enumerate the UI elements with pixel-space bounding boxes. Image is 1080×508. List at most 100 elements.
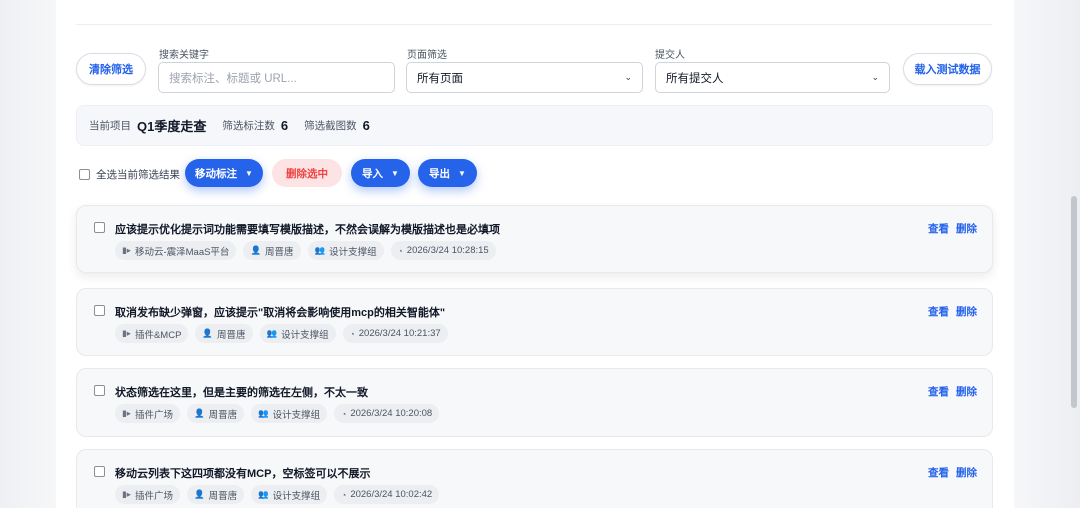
time-chip-label: 2026/3/24 10:02:42 (350, 489, 433, 500)
group-chip-label: 设计支撑组 (281, 329, 329, 341)
group-chip: 👥 设计支撑组 (251, 485, 328, 504)
project-summary-bar: 当前项目 Q1季度走查 筛选标注数 6 筛选截图数 6 (76, 105, 993, 146)
page-chip-label: 插件广场 (134, 490, 173, 502)
annotation-title: 取消发布缺少弹窗，应该提示"取消将会影响使用mcp的相关智能体" (115, 307, 446, 319)
time-chip-label: 2026/3/24 10:28:15 (406, 245, 489, 256)
select-all-filtered[interactable]: 全选当前筛选结果 (79, 167, 180, 182)
annotation-count-value: 6 (280, 118, 289, 133)
annotation-card[interactable]: 取消发布缺少弹窗，应该提示"取消将会影响使用mcp的相关智能体" 查看 删除 ▮… (76, 288, 993, 356)
time-chip-label: 2026/3/24 10:21:37 (358, 328, 441, 339)
import-button[interactable]: 导入 ▼ (351, 159, 410, 187)
page-chip: ▮▸ 插件&MCP (115, 324, 189, 343)
clock-icon: ◔ (397, 245, 403, 256)
page-icon: ▮▸ (122, 489, 131, 499)
page-chip-label: 插件广场 (134, 409, 173, 421)
select-all-label: 全选当前筛选结果 (96, 169, 180, 181)
group-icon: 👥 (266, 328, 278, 338)
annotation-card[interactable]: 应该提示优化提示词功能需要填写模版描述，不然会误解为模版描述也是必填项 查看 删… (76, 205, 993, 273)
submitter-filter-select[interactable]: 所有提交人 ⌄ (655, 62, 890, 93)
current-project-label: 当前项目 (89, 120, 131, 132)
user-icon: 👤 (202, 328, 213, 338)
view-link[interactable]: 查看 (928, 221, 949, 236)
page-chip-label: 插件&MCP (134, 329, 182, 341)
chevron-down-icon: ⌄ (871, 72, 879, 82)
user-chip: 👤 周晋唐 (195, 324, 253, 343)
submitter-filter-label: 提交人 (655, 50, 685, 61)
annotation-checkbox[interactable] (94, 385, 105, 396)
keyword-label: 搜索关键字 (159, 50, 209, 61)
section-divider (76, 24, 992, 25)
annotation-checkbox[interactable] (94, 222, 105, 233)
time-chip: ◔ 2026/3/24 10:21:37 (342, 324, 448, 343)
delete-link[interactable]: 删除 (956, 384, 977, 399)
view-link[interactable]: 查看 (928, 304, 949, 319)
page-filter-value: 所有页面 (417, 72, 463, 85)
group-chip: 👥 设计支撑组 (251, 404, 328, 423)
annotation-title: 应该提示优化提示词功能需要填写模版描述，不然会误解为模版描述也是必填项 (115, 224, 500, 236)
keyword-search-input[interactable]: 搜索标注、标题或 URL... (158, 62, 395, 93)
page-chip: ▮▸ 插件广场 (115, 485, 180, 504)
export-button[interactable]: 导出 ▼ (418, 159, 477, 187)
page-icon: ▮▸ (122, 328, 131, 338)
annotation-panel: 清除筛选 搜索关键字 搜索标注、标题或 URL... 页面筛选 所有页面 ⌄ 提… (56, 0, 1014, 508)
keyword-placeholder: 搜索标注、标题或 URL... (169, 72, 297, 85)
delete-link[interactable]: 删除 (956, 221, 977, 236)
annotation-checkbox[interactable] (94, 466, 105, 477)
group-chip-label: 设计支撑组 (272, 409, 321, 421)
move-annotations-button[interactable]: 移动标注 ▼ (185, 159, 263, 187)
time-chip: ◔ 2026/3/24 10:20:08 (334, 404, 440, 423)
annotation-title: 状态筛选在这里，但是主要的筛选在左侧，不太一致 (115, 387, 368, 399)
group-chip-label: 设计支撑组 (272, 490, 321, 502)
time-chip: ◔ 2026/3/24 10:28:15 (390, 241, 496, 260)
clock-icon: ◔ (349, 328, 355, 339)
page-filter-select[interactable]: 所有页面 ⌄ (406, 62, 643, 93)
user-chip: 👤 周晋唐 (186, 485, 245, 504)
page-scrollbar[interactable] (1071, 196, 1077, 408)
group-icon: 👥 (314, 245, 326, 255)
annotation-count-label: 筛选标注数 (222, 120, 275, 132)
delete-link[interactable]: 删除 (956, 465, 977, 480)
caret-down-icon: ▼ (245, 168, 253, 178)
page-icon: ▮▸ (122, 408, 131, 418)
move-annotations-label: 移动标注 (195, 167, 238, 180)
load-test-data-button[interactable]: 载入测试数据 (903, 53, 992, 85)
view-link[interactable]: 查看 (928, 384, 949, 399)
select-all-checkbox[interactable] (79, 169, 90, 180)
import-label: 导入 (362, 167, 384, 180)
page-filter-label: 页面筛选 (407, 50, 447, 61)
user-chip-label: 周晋唐 (208, 409, 238, 421)
group-chip-label: 设计支撑组 (329, 246, 377, 258)
annotation-card[interactable]: 状态筛选在这里，但是主要的筛选在左侧，不太一致 查看 删除 ▮▸ 插件广场 👤 周晋… (76, 368, 993, 437)
user-chip-label: 周晋唐 (217, 329, 246, 341)
export-label: 导出 (429, 167, 451, 180)
user-chip: 👤 周晋唐 (186, 404, 245, 423)
left-backdrop (0, 0, 56, 508)
page-chip-label: 移动云-震泽MaaS平台 (134, 246, 230, 258)
screenshot-count-label: 筛选截图数 (304, 120, 357, 132)
clock-icon: ◔ (341, 489, 347, 500)
clear-filters-button[interactable]: 清除筛选 (76, 53, 146, 85)
delete-link[interactable]: 删除 (956, 304, 977, 319)
page-icon: ▮▸ (122, 245, 131, 255)
user-chip-label: 周晋唐 (208, 490, 238, 502)
submitter-filter-value: 所有提交人 (666, 72, 724, 85)
group-icon: 👥 (258, 489, 269, 499)
screenshot-count-value: 6 (362, 118, 370, 133)
caret-down-icon: ▼ (458, 168, 466, 178)
view-link[interactable]: 查看 (928, 465, 949, 480)
page-chip: ▮▸ 插件广场 (115, 404, 180, 423)
page-chip: ▮▸ 移动云-震泽MaaS平台 (115, 241, 237, 260)
caret-down-icon: ▼ (391, 168, 399, 178)
time-chip-label: 2026/3/24 10:20:08 (350, 408, 433, 419)
delete-selected-button[interactable]: 删除选中 (272, 159, 342, 187)
user-chip: 👤 周晋唐 (243, 241, 301, 260)
group-icon: 👥 (258, 408, 269, 418)
annotation-checkbox[interactable] (94, 305, 105, 316)
user-icon: 👤 (193, 408, 205, 418)
group-chip: 👥 设计支撑组 (259, 324, 336, 343)
annotation-title: 移动云列表下这四项都没有MCP，空标签可以不展示 (115, 468, 371, 480)
current-project-value: Q1季度走查 (137, 119, 207, 134)
group-chip: 👥 设计支撑组 (307, 241, 384, 260)
annotation-card[interactable]: 移动云列表下这四项都没有MCP，空标签可以不展示 查看 删除 ▮▸ 插件广场 👤 周… (76, 449, 993, 508)
clock-icon: ◔ (341, 408, 347, 419)
